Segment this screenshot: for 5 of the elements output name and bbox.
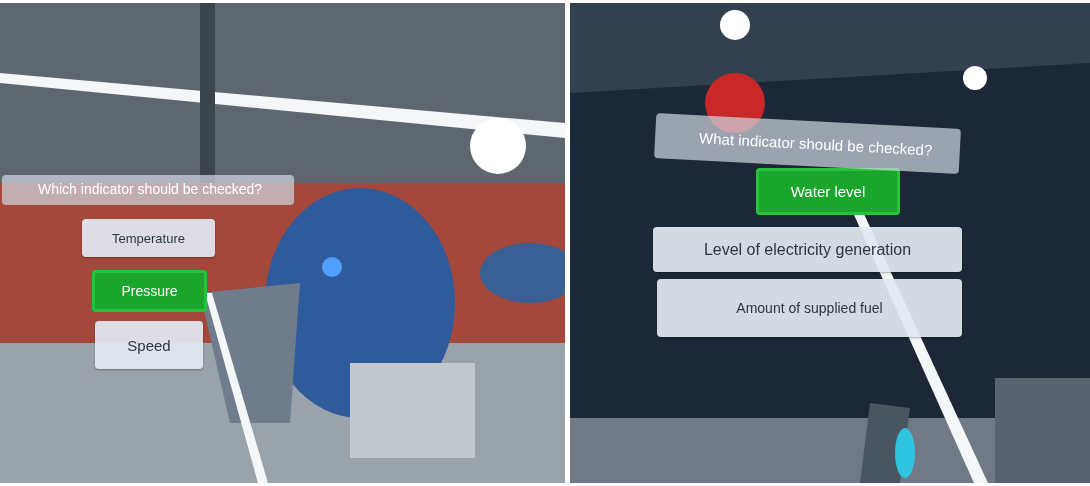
answer-button[interactable]: Level of electricity generation — [653, 227, 962, 272]
answer-button[interactable]: Amount of supplied fuel — [657, 279, 962, 337]
answer-button[interactable]: Temperature — [82, 219, 215, 257]
answer-button[interactable]: Speed — [95, 321, 203, 369]
question-panel: Which indicator should be checked? — [2, 175, 294, 205]
